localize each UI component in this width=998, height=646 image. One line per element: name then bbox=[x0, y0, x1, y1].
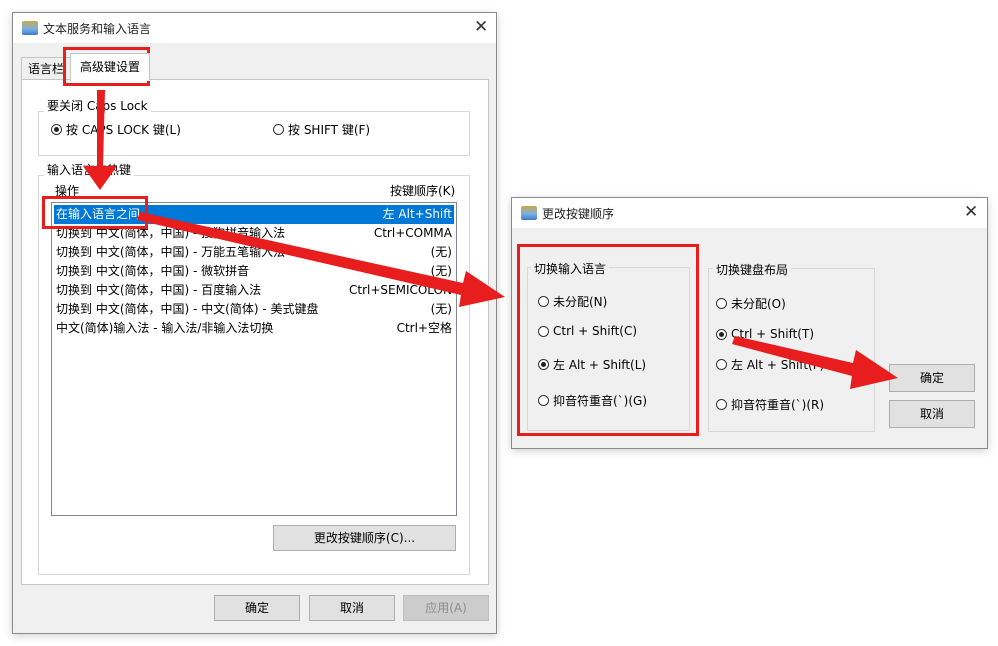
list-item[interactable]: 切换到 中文(简体，中国) - 微软拼音 (无) bbox=[54, 262, 454, 281]
radio-indicator bbox=[538, 359, 549, 370]
layout-unassigned-radio[interactable]: 未分配(O) bbox=[716, 295, 786, 312]
caps-lock-radio[interactable]: 按 CAPS LOCK 键(L) bbox=[51, 121, 181, 138]
hotkey-sequence: Ctrl+COMMA bbox=[373, 226, 452, 240]
ok-button[interactable]: 确定 bbox=[214, 595, 300, 621]
radio-label: 抑音符重音(`)(G) bbox=[553, 394, 648, 408]
cancel-button[interactable]: 取消 bbox=[889, 400, 975, 428]
radio-indicator bbox=[716, 328, 727, 340]
radio-label: 按 CAPS LOCK 键(L) bbox=[66, 123, 181, 137]
radio-label: 未分配(N) bbox=[553, 295, 608, 309]
hotkey-action: 切换到 中文(简体，中国) - 搜狗拼音输入法 bbox=[56, 226, 286, 240]
column-header-key: 按键顺序(K) bbox=[390, 184, 456, 198]
input-lang-grave-accent-radio[interactable]: 抑音符重音(`)(G) bbox=[538, 392, 647, 409]
switch-input-language-title: 切换输入语言 bbox=[531, 260, 610, 277]
radio-label: 左 Alt + Shift(L) bbox=[553, 358, 647, 372]
radio-indicator bbox=[538, 296, 549, 307]
radio-label: 左 Alt + Shift(F) bbox=[731, 358, 825, 372]
hotkey-action: 切换到 中文(简体，中国) - 百度输入法 bbox=[56, 283, 262, 297]
radio-label: 未分配(O) bbox=[731, 297, 786, 311]
input-lang-left-alt-shift-radio[interactable]: 左 Alt + Shift(L) bbox=[538, 356, 646, 373]
hotkey-action: 切换到 中文(简体，中国) - 万能五笔输入法 bbox=[56, 245, 286, 259]
close-icon[interactable]: ✕ bbox=[474, 17, 488, 37]
radio-indicator bbox=[716, 399, 727, 410]
dialog-title: 文本服务和输入语言 bbox=[43, 22, 152, 36]
radio-label: Ctrl + Shift(T) bbox=[731, 327, 815, 341]
tab-advanced-key-settings[interactable]: 高级键设置 bbox=[70, 53, 150, 81]
layout-grave-accent-radio[interactable]: 抑音符重音(`)(R) bbox=[716, 396, 824, 413]
radio-label: 抑音符重音(`)(R) bbox=[731, 398, 825, 412]
tab-label: 语言栏 bbox=[27, 62, 64, 76]
hotkey-sequence: (无) bbox=[430, 302, 452, 316]
radio-indicator bbox=[716, 359, 727, 370]
hotkey-sequence: Ctrl+SEMICOLON bbox=[348, 283, 452, 297]
dialog-title: 更改按键顺序 bbox=[542, 207, 615, 221]
shift-key-radio[interactable]: 按 SHIFT 键(F) bbox=[273, 121, 370, 138]
hotkey-action: 切换到 中文(简体，中国) - 中文(简体) - 美式键盘 bbox=[56, 302, 319, 316]
keyboard-app-icon bbox=[521, 206, 537, 220]
tab-label: 高级键设置 bbox=[79, 60, 140, 74]
switch-keyboard-layout-title: 切换键盘布局 bbox=[713, 261, 792, 278]
hotkey-action: 在输入语言之间 bbox=[56, 207, 141, 221]
radio-indicator bbox=[538, 395, 549, 406]
cancel-button[interactable]: 取消 bbox=[309, 595, 395, 621]
hotkey-list[interactable]: 在输入语言之间 左 Alt+Shift 切换到 中文(简体，中国) - 搜狗拼音… bbox=[51, 202, 457, 516]
hotkey-sequence: (无) bbox=[430, 264, 452, 278]
caps-lock-group-title: 要关闭 Caps Lock bbox=[44, 97, 151, 114]
input-lang-unassigned-radio[interactable]: 未分配(N) bbox=[538, 293, 607, 310]
list-item[interactable]: 中文(简体)输入法 - 输入法/非输入法切换 Ctrl+空格 bbox=[54, 319, 454, 338]
change-key-sequence-button[interactable]: 更改按键顺序(C)... bbox=[273, 525, 456, 551]
input-lang-ctrl-shift-radio[interactable]: Ctrl + Shift(C) bbox=[538, 324, 637, 338]
radio-indicator bbox=[538, 325, 549, 337]
text-services-dialog: 文本服务和输入语言 ✕ 语言栏 高级键设置 要关闭 Caps Lock 按 CA… bbox=[12, 12, 497, 634]
hotkey-group-title: 输入语言的热键 bbox=[44, 161, 135, 178]
radio-label: Ctrl + Shift(C) bbox=[553, 324, 638, 338]
title-bar[interactable]: 更改按键顺序 ✕ bbox=[512, 198, 987, 228]
radio-indicator bbox=[273, 124, 284, 135]
layout-ctrl-shift-radio[interactable]: Ctrl + Shift(T) bbox=[716, 327, 814, 341]
keyboard-app-icon bbox=[22, 21, 38, 35]
tab-language-bar[interactable]: 语言栏 bbox=[21, 57, 71, 80]
list-item[interactable]: 切换到 中文(简体，中国) - 中文(简体) - 美式键盘 (无) bbox=[54, 300, 454, 319]
column-header-action: 操作 bbox=[55, 184, 80, 198]
radio-indicator bbox=[51, 124, 62, 135]
radio-label: 按 SHIFT 键(F) bbox=[288, 123, 371, 137]
apply-button[interactable]: 应用(A) bbox=[403, 595, 489, 621]
title-bar[interactable]: 文本服务和输入语言 ✕ bbox=[13, 13, 496, 43]
ok-button[interactable]: 确定 bbox=[889, 364, 975, 392]
hotkey-sequence: 左 Alt+Shift bbox=[382, 207, 452, 221]
list-item[interactable]: 在输入语言之间 左 Alt+Shift bbox=[54, 205, 454, 224]
hotkey-sequence: (无) bbox=[430, 245, 452, 259]
change-key-sequence-dialog: 更改按键顺序 ✕ 切换输入语言 未分配(N) Ctrl + Shift(C) 左… bbox=[511, 197, 988, 449]
hotkey-action: 切换到 中文(简体，中国) - 微软拼音 bbox=[56, 264, 250, 278]
close-icon[interactable]: ✕ bbox=[964, 202, 978, 222]
hotkey-sequence: Ctrl+空格 bbox=[396, 321, 452, 335]
list-item[interactable]: 切换到 中文(简体，中国) - 万能五笔输入法 (无) bbox=[54, 243, 454, 262]
list-item[interactable]: 切换到 中文(简体，中国) - 百度输入法 Ctrl+SEMICOLON bbox=[54, 281, 454, 300]
list-item[interactable]: 切换到 中文(简体，中国) - 搜狗拼音输入法 Ctrl+COMMA bbox=[54, 224, 454, 243]
hotkey-action: 中文(简体)输入法 - 输入法/非输入法切换 bbox=[56, 321, 274, 335]
radio-indicator bbox=[716, 298, 727, 309]
tab-panel: 要关闭 Caps Lock 按 CAPS LOCK 键(L) 按 SHIFT 键… bbox=[21, 79, 489, 585]
layout-left-alt-shift-radio[interactable]: 左 Alt + Shift(F) bbox=[716, 356, 824, 373]
